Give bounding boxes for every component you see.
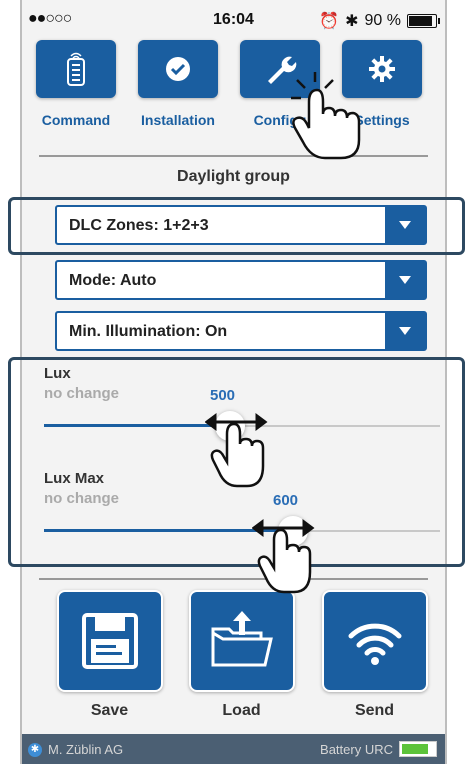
company-name: M. Züblin AG: [48, 742, 124, 757]
load-button[interactable]: Load: [189, 590, 295, 730]
gear-icon: [369, 56, 395, 82]
status-bar: ●●○○○ 16:04 ⏰ ✱ 90 %: [22, 0, 445, 42]
min-illumination-dropdown[interactable]: Min. Illumination: On: [55, 311, 427, 351]
chevron-down-icon: [385, 313, 425, 349]
dropdown-label: Min. Illumination: On: [69, 323, 228, 340]
mode-dropdown[interactable]: Mode: Auto: [55, 260, 427, 300]
tab-installation[interactable]: Installation: [134, 40, 222, 140]
group-title: Daylight group: [177, 168, 290, 185]
wifi-icon: [348, 623, 402, 665]
bluetooth-icon: ✱: [28, 742, 42, 757]
dropdown-label: Mode: Auto: [69, 272, 157, 289]
drag-hand-icon: [205, 413, 268, 488]
remote-icon: [67, 52, 85, 86]
floppy-disk-icon: [82, 613, 138, 669]
send-button[interactable]: Send: [322, 590, 428, 730]
alarm-icon: ⏰: [319, 13, 340, 30]
footer-bar: ✱ M. Züblin AG Battery URC: [22, 734, 445, 764]
chevron-down-icon: [385, 262, 425, 298]
battery-percent: 90 %: [364, 12, 401, 29]
divider: [39, 578, 428, 580]
pointing-hand-icon: [291, 72, 361, 160]
check-icon: [166, 57, 190, 81]
tab-command[interactable]: Command: [32, 40, 120, 140]
button-label: Save: [90, 702, 129, 719]
tab-label: Command: [41, 112, 111, 128]
battery-icon: [407, 14, 440, 28]
drag-hand-icon: [252, 519, 315, 594]
button-label: Send: [354, 702, 395, 719]
folder-upload-icon: [211, 611, 273, 667]
status-right: ⏰ ✱ 90 %: [319, 11, 440, 31]
highlight-frame: [8, 197, 465, 255]
tab-bar: Command Installation Configu Settings: [32, 40, 427, 140]
battery-label: Battery URC: [320, 741, 393, 757]
tab-label: Installation: [141, 112, 215, 128]
divider: [39, 155, 428, 157]
button-label: Load: [222, 702, 261, 719]
battery-icon: [399, 741, 437, 757]
bluetooth-icon: ✱: [345, 13, 359, 30]
save-button[interactable]: Save: [57, 590, 163, 730]
